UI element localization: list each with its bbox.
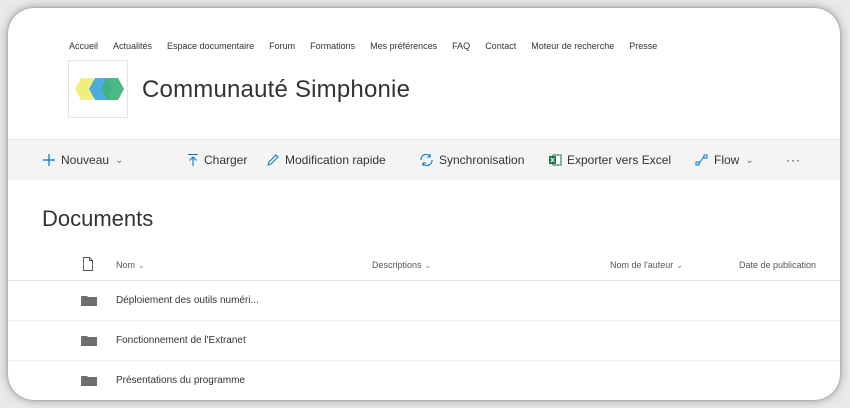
new-button[interactable]: Nouveau ⌄ (42, 140, 123, 180)
sync-button-label: Synchronisation (439, 153, 525, 167)
name-column-label: Nom (116, 260, 136, 270)
row-name-link[interactable]: Déploiement des outils numéri... (116, 295, 259, 306)
folder-icon (81, 335, 97, 349)
folder-icon (81, 295, 97, 309)
chevron-down-icon: ⌄ (675, 260, 684, 270)
file-type-header[interactable] (82, 257, 94, 273)
nav-item-formations[interactable]: Formations (310, 41, 355, 51)
export-excel-button[interactable]: Exporter vers Excel (548, 140, 671, 180)
nav-item-moteur-de-recherche[interactable]: Moteur de recherche (531, 41, 614, 51)
published-column-label: Date de publication (739, 260, 817, 270)
more-options-icon: ··· (786, 153, 801, 167)
nav-item-actualites[interactable]: Actualités (113, 41, 152, 51)
library-title: Documents (42, 206, 154, 231)
file-icon (83, 257, 93, 271)
author-column-label: Nom de l'auteur (610, 260, 674, 270)
more-options-button[interactable]: ··· (786, 140, 801, 180)
descriptions-column-header[interactable]: Descriptions ⌄ (372, 260, 432, 271)
row-name-link[interactable]: Fonctionnement de l'Extranet (116, 335, 246, 346)
descriptions-column-label: Descriptions (372, 260, 422, 270)
nav-item-contact[interactable]: Contact (485, 41, 516, 51)
name-column-header[interactable]: Nom ⌄ (116, 260, 145, 271)
export-excel-button-label: Exporter vers Excel (567, 153, 672, 167)
upload-button[interactable]: Charger (187, 140, 247, 180)
column-header-row: Nom ⌄ Descriptions ⌄ Nom de l'auteur ⌄ D… (8, 254, 840, 281)
pencil-icon (267, 154, 279, 166)
chevron-down-icon: ⌄ (115, 154, 124, 166)
chevron-down-icon: ⌄ (745, 154, 754, 166)
plus-icon (43, 154, 55, 166)
flow-icon (695, 154, 708, 166)
hexagon-logo-icon (75, 78, 124, 100)
sync-icon (420, 153, 433, 167)
table-row[interactable]: Présentations du programme (8, 361, 840, 400)
flow-button-label: Flow (714, 153, 740, 167)
top-navigation: Accueil Actualités Espace documentaire F… (69, 41, 672, 51)
upload-arrow-icon (188, 153, 198, 166)
new-button-label: Nouveau (61, 153, 110, 167)
quick-edit-button[interactable]: Modification rapide (266, 140, 386, 180)
flow-button[interactable]: Flow ⌄ (695, 140, 754, 180)
published-column-header[interactable]: Date de publication (739, 260, 816, 270)
nav-item-espace-documentaire[interactable]: Espace documentaire (167, 41, 254, 51)
chevron-down-icon: ⌄ (424, 260, 432, 270)
folder-icon (81, 375, 97, 389)
nav-item-mes-preferences[interactable]: Mes préférences (370, 41, 437, 51)
nav-item-forum[interactable]: Forum (269, 41, 295, 51)
sync-button[interactable]: Synchronisation (419, 140, 524, 180)
table-row[interactable]: Fonctionnement de l'Extranet (8, 321, 840, 361)
site-title[interactable]: Communauté Simphonie (142, 76, 410, 104)
site-logo[interactable] (68, 60, 128, 118)
row-name-link[interactable]: Présentations du programme (116, 375, 245, 386)
nav-item-accueil[interactable]: Accueil (69, 41, 98, 51)
command-bar: Nouveau ⌄ Charger Modification rapide Sy… (8, 139, 840, 180)
chevron-down-icon: ⌄ (137, 260, 146, 270)
nav-item-faq[interactable]: FAQ (452, 41, 470, 51)
sharepoint-window: Accueil Actualités Espace documentaire F… (8, 8, 840, 400)
excel-icon (549, 154, 562, 166)
table-row[interactable]: Déploiement des outils numéri... (8, 281, 840, 321)
author-column-header[interactable]: Nom de l'auteur ⌄ (610, 260, 683, 271)
upload-button-label: Charger (204, 153, 248, 167)
nav-item-presse[interactable]: Presse (629, 41, 657, 51)
quick-edit-button-label: Modification rapide (285, 153, 386, 167)
